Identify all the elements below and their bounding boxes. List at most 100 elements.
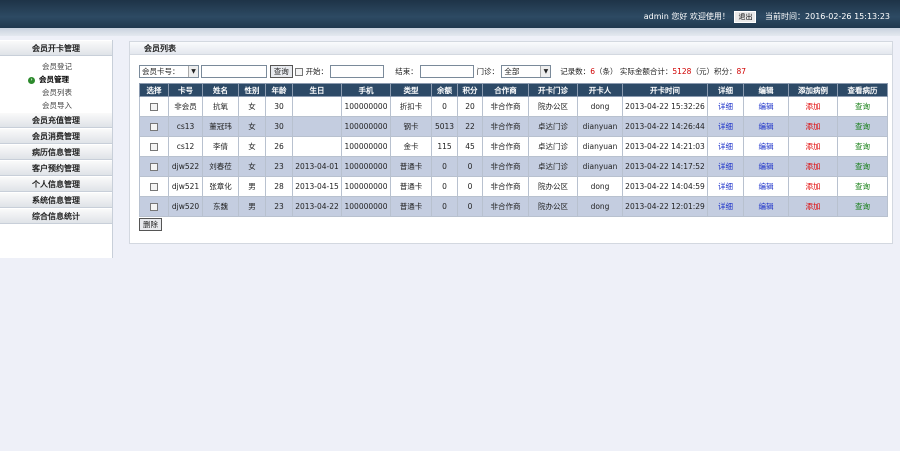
cell-points: 0 bbox=[457, 156, 483, 177]
add-case-link-cell: 添加 bbox=[788, 136, 838, 157]
cell-clinic: 院办公区 bbox=[528, 196, 578, 217]
view-case-link[interactable]: 查询 bbox=[855, 202, 870, 211]
menu-sub-list[interactable]: 会员列表 bbox=[0, 86, 112, 99]
column-header: 添加病例 bbox=[788, 83, 838, 97]
row-checkbox[interactable] bbox=[150, 143, 158, 151]
cell-age: 23 bbox=[265, 156, 293, 177]
add-case-link[interactable]: 添加 bbox=[806, 102, 821, 111]
cell-phone: 100000000 bbox=[341, 156, 391, 177]
cell-card-type: 普通卡 bbox=[390, 176, 432, 197]
delete-button[interactable]: 删除 bbox=[139, 218, 162, 231]
top-header: admin 您好 欢迎使用！ 退出 当前时间：2016-02-26 15:13:… bbox=[0, 0, 900, 28]
add-case-link[interactable]: 添加 bbox=[806, 142, 821, 151]
menu-recharge[interactable]: 会员充值管理 bbox=[0, 112, 112, 128]
cell-opened-by: dong bbox=[577, 196, 623, 217]
cell-card-no: djw522 bbox=[168, 156, 203, 177]
cell-birthday bbox=[292, 136, 342, 157]
row-checkbox[interactable] bbox=[150, 123, 158, 131]
cell-open-time: 2013-04-22 14:26:44 bbox=[622, 116, 708, 137]
end-date-input[interactable] bbox=[420, 65, 475, 78]
add-case-link[interactable]: 添加 bbox=[806, 202, 821, 211]
search-field-value: 会员卡号： bbox=[142, 67, 180, 76]
search-button[interactable]: 查询 bbox=[269, 65, 293, 78]
menu-sub-import[interactable]: 会员导入 bbox=[0, 99, 112, 112]
cell-birthday: 2013-04-22 bbox=[292, 196, 342, 217]
clinic-label: 门诊： bbox=[476, 67, 500, 76]
view-case-link[interactable]: 查询 bbox=[855, 162, 870, 171]
cell-birthday: 2013-04-01 bbox=[292, 156, 342, 177]
column-header: 查看病历 bbox=[837, 83, 888, 97]
cell-gender: 男 bbox=[238, 176, 266, 197]
edit-link[interactable]: 编辑 bbox=[759, 162, 774, 171]
menu-member-card[interactable]: 会员开卡管理 bbox=[0, 40, 112, 56]
menu-personal-info[interactable]: 个人信息管理 bbox=[0, 176, 112, 192]
cell-opened-by: dong bbox=[577, 96, 623, 117]
edit-link-cell: 编辑 bbox=[743, 116, 789, 137]
select-cell bbox=[139, 116, 169, 137]
cell-card-no: 非会员 bbox=[168, 96, 203, 117]
detail-link-cell: 详细 bbox=[707, 116, 744, 137]
cell-partner: 非合作商 bbox=[482, 136, 529, 157]
chevron-down-icon: ▼ bbox=[540, 66, 551, 77]
cell-gender: 女 bbox=[238, 156, 266, 177]
row-checkbox[interactable] bbox=[150, 183, 158, 191]
row-checkbox[interactable] bbox=[150, 203, 158, 211]
column-header: 手机 bbox=[341, 83, 391, 97]
column-header: 积分 bbox=[457, 83, 483, 97]
menu-sub-manage[interactable]: › 会员管理 bbox=[0, 73, 112, 86]
menu-medical-records[interactable]: 病历信息管理 bbox=[0, 144, 112, 160]
row-checkbox[interactable] bbox=[150, 103, 158, 111]
cell-partner: 非合作商 bbox=[482, 96, 529, 117]
detail-link[interactable]: 详细 bbox=[718, 142, 733, 151]
cell-name: 张章化 bbox=[202, 176, 239, 197]
view-case-link[interactable]: 查询 bbox=[855, 102, 870, 111]
edit-link[interactable]: 编辑 bbox=[759, 182, 774, 191]
view-case-link[interactable]: 查询 bbox=[855, 142, 870, 151]
sidebar: 会员开卡管理 会员登记 › 会员管理 会员列表 会员导入 会员充值管理 会员消费管… bbox=[0, 40, 113, 258]
cell-phone: 100000000 bbox=[341, 96, 391, 117]
column-header: 生日 bbox=[292, 83, 342, 97]
points-total: 87 bbox=[736, 67, 746, 76]
edit-link[interactable]: 编辑 bbox=[759, 102, 774, 111]
row-checkbox[interactable] bbox=[150, 163, 158, 171]
menu-appointments[interactable]: 客户预约管理 bbox=[0, 160, 112, 176]
member-table: 选择 卡号 姓名 性别 年龄 生日 手机 类型 余额 积分 合作商 开卡门诊 开卡人 开卡时间 详细 编辑 添加… bbox=[139, 83, 888, 217]
detail-link[interactable]: 详细 bbox=[718, 182, 733, 191]
view-case-link-cell: 查询 bbox=[837, 196, 888, 217]
header-divider bbox=[0, 28, 900, 36]
detail-link[interactable]: 详细 bbox=[718, 122, 733, 131]
date-filter-checkbox[interactable] bbox=[295, 67, 304, 76]
cell-clinic: 院办公区 bbox=[528, 96, 578, 117]
logout-button[interactable]: 退出 bbox=[734, 11, 757, 23]
view-case-link[interactable]: 查询 bbox=[855, 182, 870, 191]
cell-clinic: 卓达门诊 bbox=[528, 116, 578, 137]
start-date-input[interactable] bbox=[330, 65, 385, 78]
add-case-link[interactable]: 添加 bbox=[806, 182, 821, 191]
cell-opened-by: dianyuan bbox=[577, 136, 623, 157]
menu-sub-register[interactable]: 会员登记 bbox=[0, 60, 112, 73]
menu-consumption[interactable]: 会员消费管理 bbox=[0, 128, 112, 144]
search-field-select[interactable]: 会员卡号： ▼ bbox=[139, 65, 199, 78]
cell-clinic: 卓达门诊 bbox=[528, 156, 578, 177]
clinic-select[interactable]: 全部 ▼ bbox=[501, 65, 552, 78]
cell-open-time: 2013-04-22 15:32:26 bbox=[622, 96, 708, 117]
detail-link-cell: 详细 bbox=[707, 176, 744, 197]
cell-birthday bbox=[292, 116, 342, 137]
menu-system-info[interactable]: 系统信息管理 bbox=[0, 192, 112, 208]
edit-link[interactable]: 编辑 bbox=[759, 142, 774, 151]
detail-link[interactable]: 详细 bbox=[718, 202, 733, 211]
search-input[interactable] bbox=[201, 65, 268, 78]
edit-link[interactable]: 编辑 bbox=[759, 122, 774, 131]
edit-link[interactable]: 编辑 bbox=[759, 202, 774, 211]
cell-gender: 女 bbox=[238, 116, 266, 137]
detail-link[interactable]: 详细 bbox=[718, 162, 733, 171]
cell-card-no: djw521 bbox=[168, 176, 203, 197]
menu-statistics[interactable]: 综合信息统计 bbox=[0, 208, 112, 224]
view-case-link[interactable]: 查询 bbox=[855, 122, 870, 131]
column-header: 编辑 bbox=[743, 83, 789, 97]
detail-link[interactable]: 详细 bbox=[718, 102, 733, 111]
cell-gender: 女 bbox=[238, 96, 266, 117]
cell-points: 0 bbox=[457, 196, 483, 217]
add-case-link[interactable]: 添加 bbox=[806, 162, 821, 171]
add-case-link[interactable]: 添加 bbox=[806, 122, 821, 131]
